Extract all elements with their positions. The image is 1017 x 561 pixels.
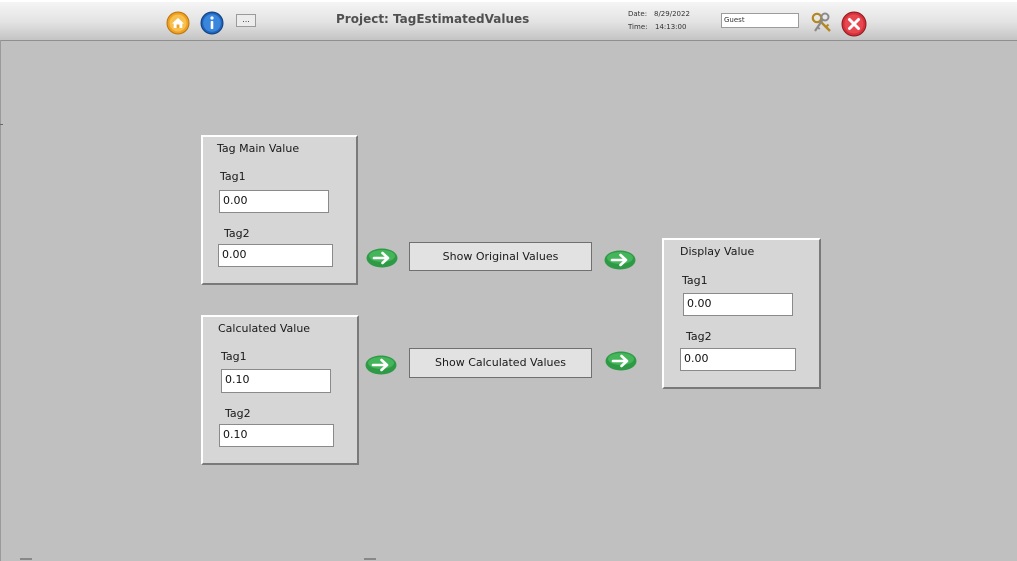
keys-icon[interactable]	[810, 11, 834, 35]
user-field[interactable]: Guest	[721, 13, 799, 28]
window-left-edge	[0, 40, 1, 561]
arrow-right-icon[interactable]	[604, 250, 636, 270]
window-bottom-marker	[364, 558, 376, 560]
panel-title: Tag Main Value	[217, 142, 300, 155]
header-bar: ... Project: TagEstimatedValues Date: 8/…	[0, 0, 1017, 41]
time-label: Time:	[628, 23, 648, 31]
project-title: Project: TagEstimatedValues	[336, 12, 530, 26]
panel-title: Calculated Value	[218, 322, 311, 335]
arrow-right-icon[interactable]	[605, 351, 637, 371]
tag2-label: Tag2	[686, 330, 712, 343]
tag-main-value-panel: Tag Main Value Tag1 0.00 Tag2 0.00	[201, 135, 358, 285]
tag-main-tag1-field[interactable]: 0.00	[219, 190, 329, 213]
display-tag2-field[interactable]: 0.00	[680, 348, 796, 371]
close-icon[interactable]	[841, 11, 867, 37]
more-button[interactable]: ...	[236, 14, 256, 27]
tag1-label: Tag1	[220, 170, 246, 183]
date-label: Date:	[628, 10, 648, 18]
window-edge-marker	[0, 124, 3, 125]
time-value: 14:13:00	[655, 23, 687, 31]
window-bottom-marker	[20, 558, 32, 560]
panel-title: Display Value	[680, 245, 755, 258]
tag2-label: Tag2	[224, 227, 250, 240]
info-icon[interactable]	[200, 11, 224, 35]
calculated-tag1-field[interactable]: 0.10	[221, 369, 331, 393]
home-icon[interactable]	[166, 11, 190, 35]
tag2-label: Tag2	[225, 407, 251, 420]
tag1-label: Tag1	[682, 274, 708, 287]
date-value: 8/29/2022	[654, 10, 690, 18]
tag-main-tag2-field[interactable]: 0.00	[218, 244, 333, 267]
display-tag1-field[interactable]: 0.00	[683, 293, 793, 316]
header-highlight	[0, 0, 1017, 2]
show-calculated-values-button[interactable]: Show Calculated Values	[409, 348, 592, 378]
calculated-tag2-field[interactable]: 0.10	[219, 424, 334, 447]
display-value-panel: Display Value Tag1 0.00 Tag2 0.00	[662, 238, 821, 389]
calculated-value-panel: Calculated Value Tag1 0.10 Tag2 0.10	[201, 315, 359, 465]
show-original-values-button[interactable]: Show Original Values	[409, 242, 592, 271]
tag1-label: Tag1	[221, 350, 247, 363]
arrow-right-icon[interactable]	[366, 248, 398, 268]
arrow-right-icon[interactable]	[365, 355, 397, 375]
